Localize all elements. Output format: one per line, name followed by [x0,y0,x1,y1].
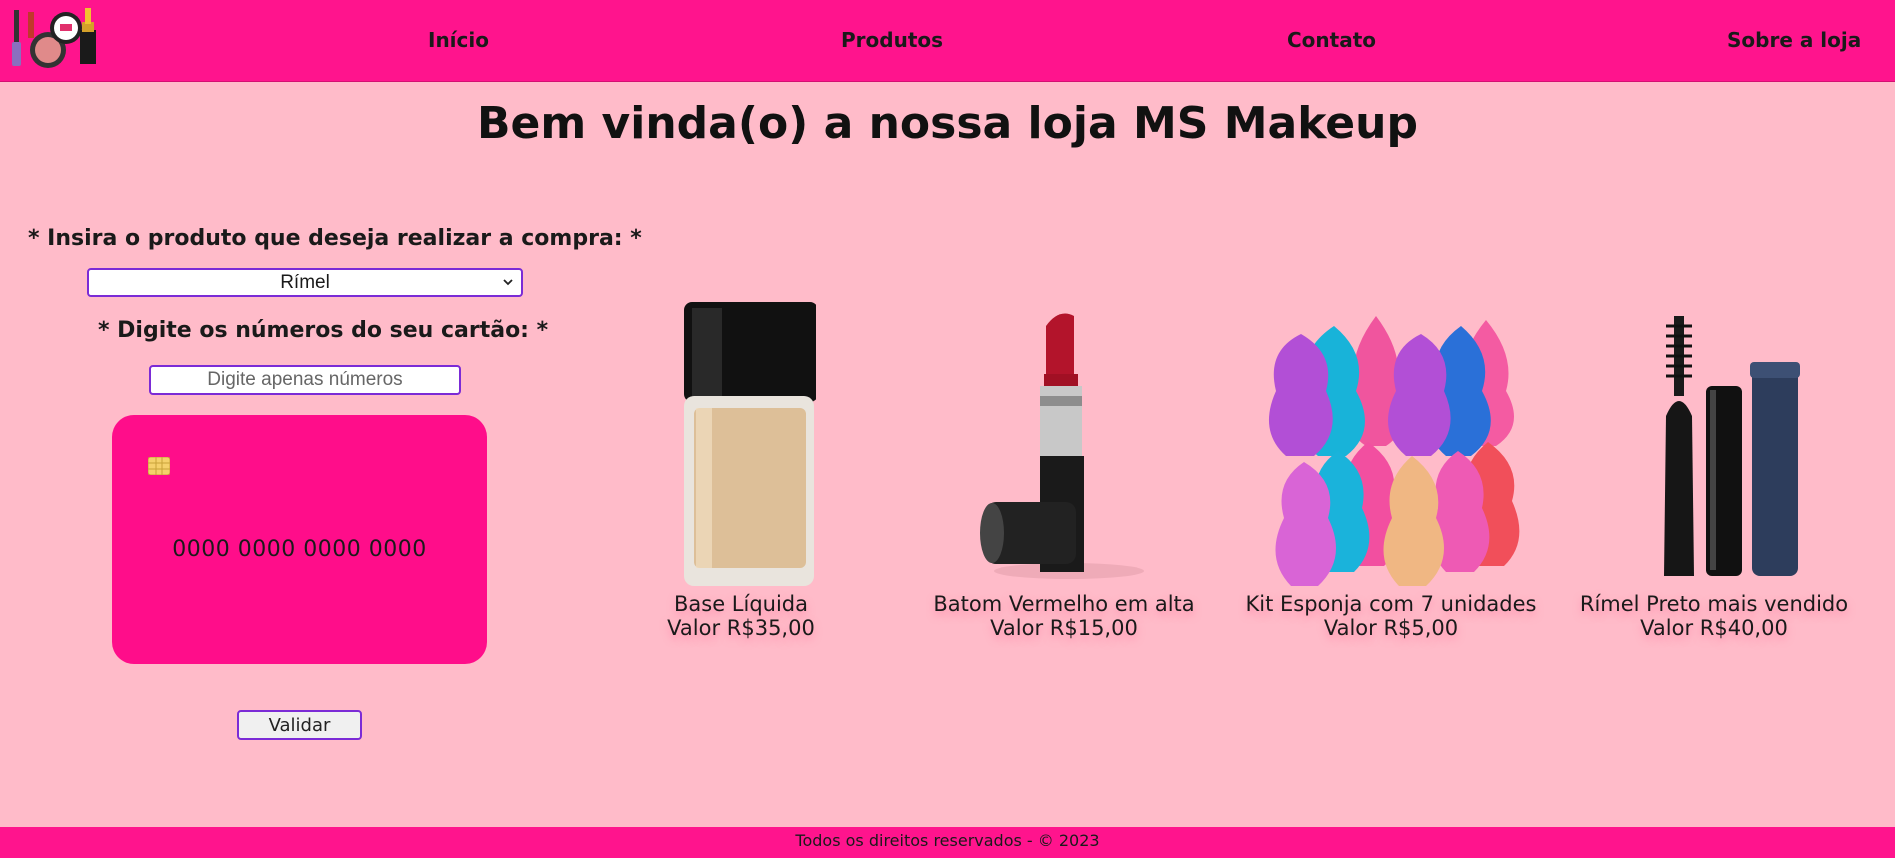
product-price: Valor R$5,00 [1323,616,1459,640]
product-card[interactable]: Batom Vermelho em alta Valor R$15,00 [904,296,1224,640]
nav-contato-link[interactable]: Contato [1287,28,1376,52]
mascara-icon [1664,316,1800,576]
top-navbar: Início Produtos Contato Sobre a loja [0,0,1895,82]
page-title: Bem vinda(o) a nossa loja MS Makeup [477,98,1418,149]
product-name: Base Líquida [673,592,809,616]
card-number-placeholder: Digite apenas números [207,369,403,390]
product-price: Valor R$15,00 [990,616,1138,640]
product-card[interactable]: Rímel Preto mais vendido Valor R$40,00 [1554,296,1874,640]
foundation-bottle-icon [684,302,816,586]
product-price: Valor R$40,00 [1640,616,1788,640]
card-number-display: 0000 0000 0000 0000 [172,537,427,562]
product-name: Rímel Preto mais vendido [1579,592,1849,616]
product-select-value: Rímel [280,271,330,293]
card-number-label: * Digite os números do seu cartão: * [98,318,549,343]
nav-inicio-link[interactable]: Início [428,28,489,52]
footer: Todos os direitos reservados - © 2023 [0,827,1895,858]
validate-button[interactable]: Validar [237,710,362,740]
nav-sobre-link[interactable]: Sobre a loja [1727,28,1861,52]
makeup-sponges-icon [1268,316,1520,586]
makeup-logo-icon[interactable] [8,2,108,72]
lipstick-icon [980,313,1144,579]
card-number-input[interactable]: Digite apenas números [149,365,461,395]
credit-card-preview: 0000 0000 0000 0000 [112,415,487,664]
nav-produtos-link[interactable]: Produtos [841,28,943,52]
product-name: Batom Vermelho em alta [933,592,1195,616]
product-card[interactable]: Kit Esponja com 7 unidades Valor R$5,00 [1231,296,1551,640]
product-name: Kit Esponja com 7 unidades [1245,592,1537,616]
card-chip-icon [148,457,170,475]
product-select[interactable]: Rímel [87,268,523,297]
product-price: Valor R$35,00 [667,616,815,640]
footer-copyright: Todos os direitos reservados - © 2023 [795,831,1100,850]
product-select-label: * Insira o produto que deseja realizar a… [28,226,642,251]
product-card[interactable]: Base Líquida Valor R$35,00 [581,296,901,640]
chevron-down-icon [503,279,513,286]
